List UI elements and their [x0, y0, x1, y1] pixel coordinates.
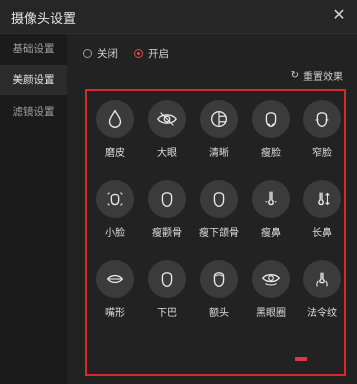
forehead-icon	[213, 272, 225, 288]
reset-label: 重置效果	[303, 72, 343, 83]
annotation-mark	[295, 357, 307, 361]
effect-label: 瘦颧骨	[152, 228, 182, 239]
effect-cheekbone[interactable]: 瘦颧骨	[140, 174, 194, 246]
effect-big-eye[interactable]: 大眼	[140, 94, 194, 166]
effect-label: 清晰	[209, 148, 229, 159]
effect-nasolabial[interactable]: 法令纹	[295, 254, 349, 326]
effect-chin[interactable]: 下巴	[140, 254, 194, 326]
camera-settings-window: 摄像头设置 ✕ 基础设置 美颜设置 滤镜设置 关闭 开启 ↻ 重置效果 磨皮 大…	[0, 0, 357, 384]
effect-label: 瘦脸	[261, 148, 281, 159]
eye-icon	[157, 112, 177, 126]
nose-slim-icon	[265, 191, 277, 206]
effect-clarity[interactable]: 清晰	[192, 94, 246, 166]
radio-off-dot	[83, 48, 92, 58]
effect-label: 小脸	[105, 228, 125, 239]
window-title: 摄像头设置	[11, 12, 77, 27]
dark-circle-icon	[261, 273, 281, 286]
radio-on-label: 开启	[148, 47, 169, 60]
beauty-panel: 关闭 开启 ↻ 重置效果 磨皮 大眼 清晰 瘦脸 窄脸 小脸 瘦颧骨 瘦下颌骨 …	[67, 34, 357, 384]
effect-label: 瘦下颌骨	[199, 228, 239, 239]
effect-small-face[interactable]: 小脸	[88, 174, 142, 246]
effect-nose-slim[interactable]: 瘦鼻	[244, 174, 298, 246]
mouth-icon	[106, 274, 124, 284]
nasolabial-icon	[316, 272, 328, 287]
cheekbone-icon	[161, 192, 173, 208]
title-bar: 摄像头设置 ✕	[0, 0, 357, 34]
face-narrow-icon	[315, 112, 329, 128]
effect-nose-long[interactable]: 长鼻	[295, 174, 349, 246]
effect-forehead[interactable]: 额头	[192, 254, 246, 326]
effect-smooth[interactable]: 磨皮	[88, 94, 142, 166]
effect-face-narrow[interactable]: 窄脸	[295, 94, 349, 166]
effect-label: 下巴	[157, 308, 177, 319]
beauty-toggle: 关闭 开启	[83, 45, 185, 61]
drop-icon	[108, 109, 122, 128]
radio-off-label: 关闭	[97, 47, 118, 60]
sidebar-item-basic[interactable]: 基础设置	[0, 34, 67, 64]
radio-on-dot	[134, 48, 143, 58]
chin-icon	[161, 272, 173, 288]
nose-long-icon	[318, 192, 330, 206]
jaw-icon	[213, 192, 225, 208]
effect-label: 长鼻	[312, 228, 332, 239]
effect-label: 磨皮	[105, 148, 125, 159]
radio-off[interactable]: 关闭	[83, 46, 118, 61]
effect-label: 大眼	[157, 148, 177, 159]
close-icon[interactable]: ✕	[329, 5, 349, 25]
effect-label: 窄脸	[312, 148, 332, 159]
effect-face-slim[interactable]: 瘦脸	[244, 94, 298, 166]
effect-label: 法令纹	[307, 308, 337, 319]
sidebar-item-filter[interactable]: 滤镜设置	[0, 97, 67, 127]
sidebar-item-beauty[interactable]: 美颜设置	[0, 65, 67, 95]
effect-label: 黑眼圈	[256, 308, 286, 319]
effect-jaw[interactable]: 瘦下颌骨	[192, 174, 246, 246]
refresh-icon: ↻	[290, 70, 299, 81]
effect-label: 嘴形	[105, 308, 125, 319]
effect-label: 瘦鼻	[261, 228, 281, 239]
radio-on[interactable]: 开启	[134, 46, 169, 61]
effect-mouth[interactable]: 嘴形	[88, 254, 142, 326]
small-face-icon	[107, 192, 123, 206]
reset-button[interactable]: ↻ 重置效果	[291, 68, 343, 83]
effect-label: 额头	[209, 308, 229, 319]
face-slim-icon	[265, 112, 277, 128]
sidebar: 基础设置 美颜设置 滤镜设置	[0, 34, 67, 384]
effects-grid: 磨皮 大眼 清晰 瘦脸 窄脸 小脸 瘦颧骨 瘦下颌骨 瘦鼻 长鼻 嘴形 下巴 额…	[85, 89, 346, 376]
effect-dark-circle[interactable]: 黑眼圈	[244, 254, 298, 326]
clarity-icon	[210, 110, 228, 128]
